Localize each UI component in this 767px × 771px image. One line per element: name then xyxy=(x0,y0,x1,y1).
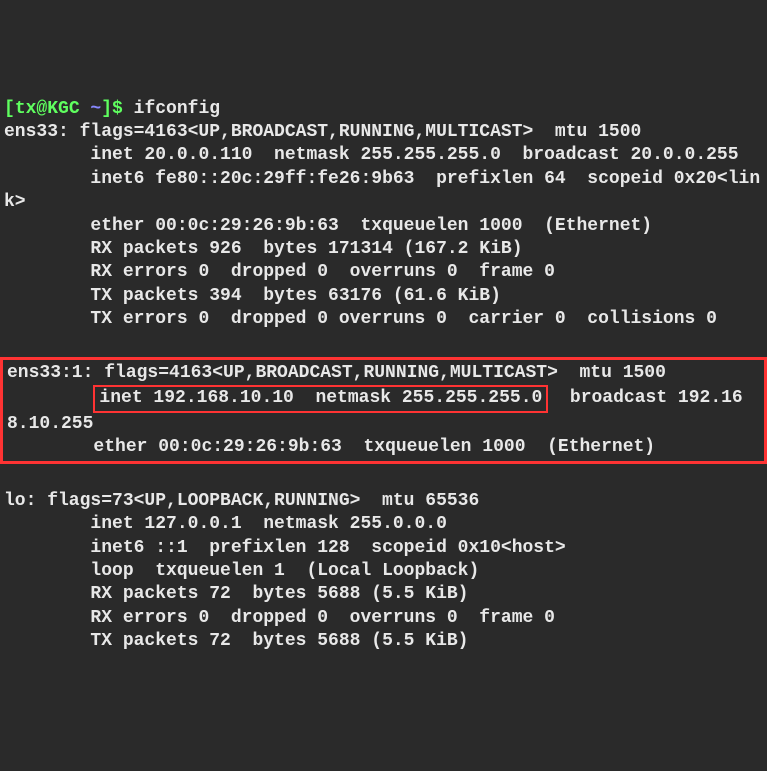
lo-loop: loop txqueuelen 1 (Local Loopback) xyxy=(4,561,479,581)
highlight-annotation-box: ens33:1: flags=4163<UP,BROADCAST,RUNNING… xyxy=(0,357,767,465)
prompt-path: ~ xyxy=(80,99,102,119)
lo-tx-packets: TX packets 72 bytes 5688 (5.5 KiB) xyxy=(4,631,468,651)
ens33-ether: ether 00:0c:29:26:9b:63 txqueuelen 1000 … xyxy=(4,216,652,236)
lo-inet: inet 127.0.0.1 netmask 255.0.0.0 xyxy=(4,514,447,534)
command-text: ifconfig xyxy=(134,99,220,119)
prompt-line: [tx@KGC ~]$ ifconfig xyxy=(4,99,220,119)
lo-header: lo: flags=73<UP,LOOPBACK,RUNNING> mtu 65… xyxy=(4,491,479,511)
prompt-userhost: tx@KGC xyxy=(15,99,80,119)
terminal-output: [tx@KGC ~]$ ifconfig ens33: flags=4163<U… xyxy=(4,98,763,654)
ens33-rx-packets: RX packets 926 bytes 171314 (167.2 KiB) xyxy=(4,239,523,259)
ens33-header: ens33: flags=4163<UP,BROADCAST,RUNNING,M… xyxy=(4,122,641,142)
ens33-tx-errors: TX errors 0 dropped 0 overruns 0 carrier… xyxy=(4,309,717,329)
lo-inet6: inet6 ::1 prefixlen 128 scopeid 0x10<hos… xyxy=(4,538,566,558)
lo-rx-packets: RX packets 72 bytes 5688 (5.5 KiB) xyxy=(4,584,468,604)
ens33-1-inet-boxed: inet 192.168.10.10 netmask 255.255.255.0 xyxy=(99,388,542,408)
prompt-bracket-open: [ xyxy=(4,99,15,119)
ens33-1-header: ens33:1: flags=4163<UP,BROADCAST,RUNNING… xyxy=(7,363,666,383)
ens33-1-ether: ether 00:0c:29:26:9b:63 txqueuelen 1000 … xyxy=(7,437,655,457)
ens33-inet6: inet6 fe80::20c:29ff:fe26:9b63 prefixlen… xyxy=(4,169,760,212)
ens33-1-inet-prefix xyxy=(7,388,93,408)
ens33-rx-errors: RX errors 0 dropped 0 overruns 0 frame 0 xyxy=(4,262,555,282)
lo-rx-errors: RX errors 0 dropped 0 overruns 0 frame 0 xyxy=(4,608,555,628)
ens33-tx-packets: TX packets 394 bytes 63176 (61.6 KiB) xyxy=(4,286,501,306)
highlight-annotation-inner: inet 192.168.10.10 netmask 255.255.255.0 xyxy=(93,385,548,412)
ens33-inet: inet 20.0.0.110 netmask 255.255.255.0 br… xyxy=(4,145,739,165)
prompt-bracket-close: ]$ xyxy=(101,99,133,119)
